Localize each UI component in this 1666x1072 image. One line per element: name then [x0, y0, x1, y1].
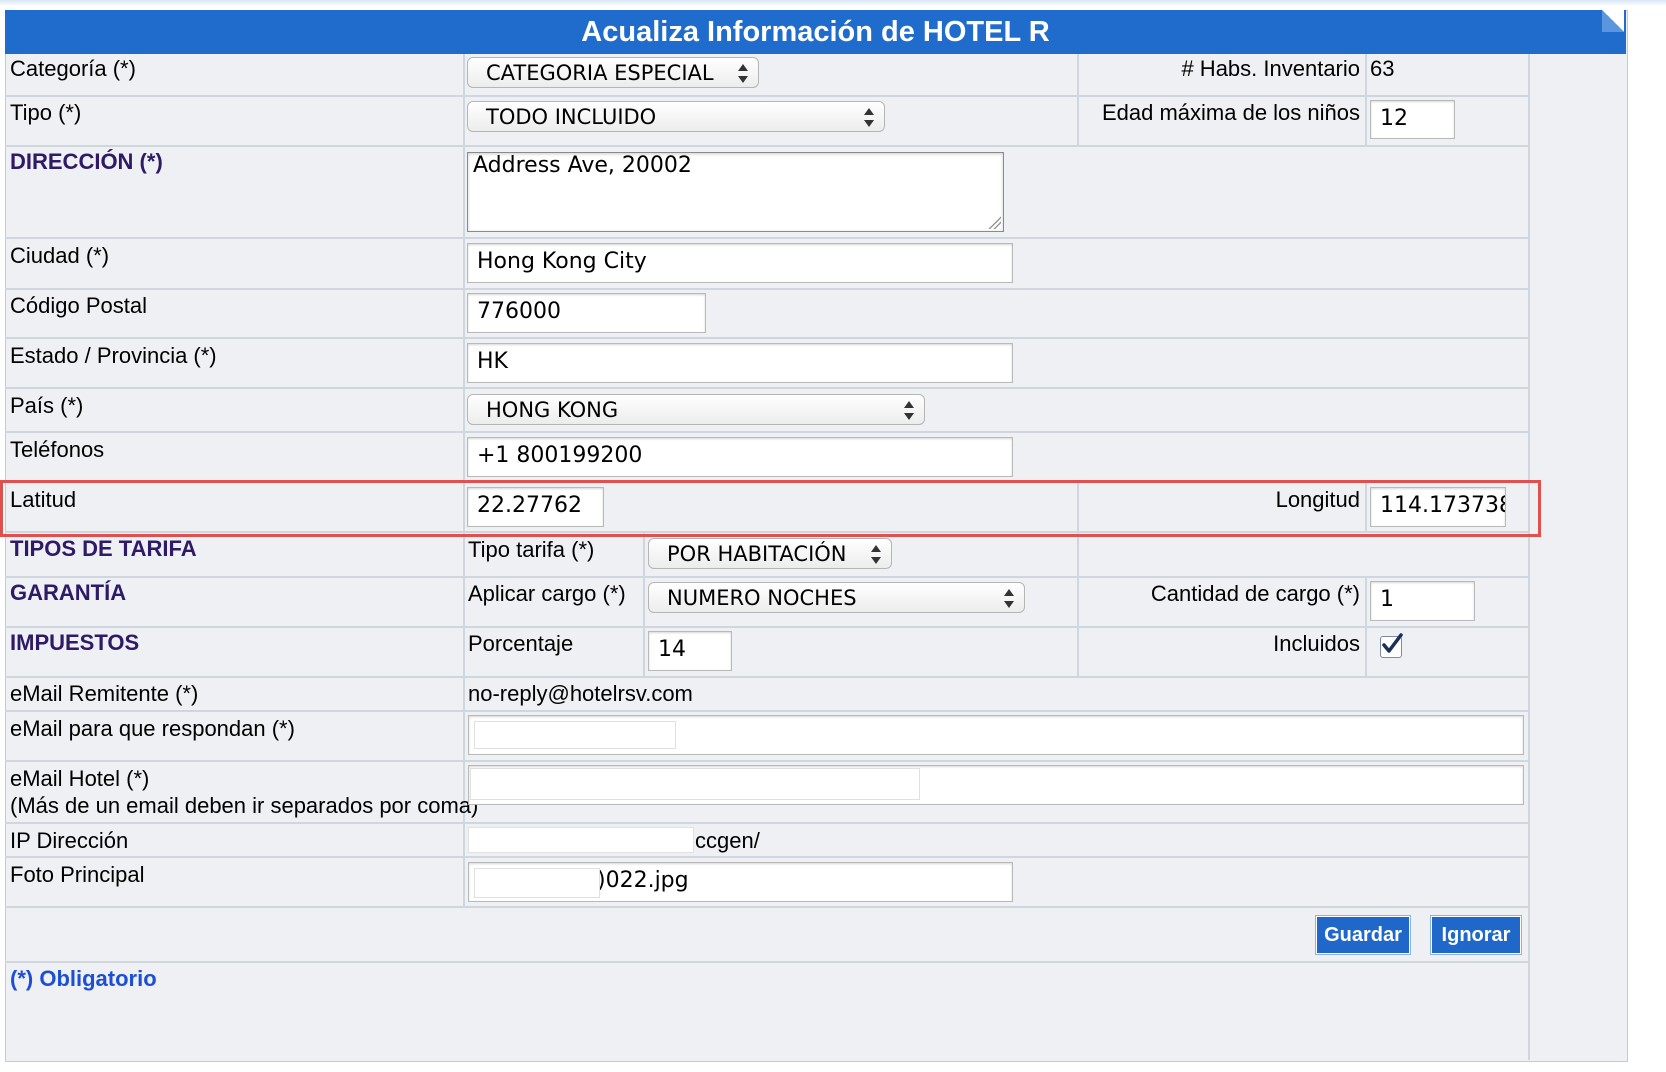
- page-title: Acualiza Información de HOTEL R: [5, 10, 1626, 54]
- pais-select[interactable]: HONG KONG: [467, 394, 925, 425]
- cantidad-cargo-input[interactable]: 1: [1370, 581, 1475, 621]
- edad-label: Edad máxima de los niños: [1101, 100, 1360, 125]
- redaction-block: [474, 721, 676, 749]
- habs-label: # Habs. Inventario: [1181, 56, 1360, 81]
- email-remitente-value: no-reply@hotelrsv.com: [468, 681, 693, 706]
- checkmark-icon: [1382, 633, 1403, 653]
- select-arrows-icon: [864, 107, 874, 129]
- incluidos-checkbox[interactable]: [1380, 633, 1403, 658]
- email-hotel-note: (Más de un email deben ir separados por …: [10, 793, 479, 818]
- habs-value: 63: [1370, 56, 1395, 81]
- direccion-value: Address Ave, 20002: [473, 153, 692, 178]
- impuestos-section-label: IMPUESTOS: [10, 630, 140, 655]
- email-hotel-label: eMail Hotel (*): [10, 766, 150, 791]
- ip-value: ccgen/: [695, 828, 760, 853]
- redaction-block: [470, 768, 920, 800]
- redaction-block: [468, 827, 694, 853]
- select-arrows-icon: [871, 544, 881, 566]
- categoria-value: CATEGORIA ESPECIAL: [486, 61, 714, 85]
- pais-label: País (*): [10, 393, 84, 418]
- email-remitente-label: eMail Remitente (*): [10, 681, 199, 706]
- aplicar-cargo-value: NUMERO NOCHES: [667, 586, 857, 610]
- garantia-section-label: GARANTÍA: [10, 580, 127, 605]
- select-arrows-icon: [904, 400, 914, 422]
- cantidad-cargo-label: Cantidad de cargo (*): [1150, 581, 1360, 606]
- ignore-button[interactable]: Ignorar: [1431, 916, 1521, 954]
- incluidos-label: Incluidos: [1273, 631, 1360, 656]
- tipo-label: Tipo (*): [10, 100, 82, 125]
- top-edge: [0, 0, 1666, 6]
- categoria-select[interactable]: CATEGORIA ESPECIAL: [467, 57, 759, 88]
- tarifa-select[interactable]: POR HABITACIÓN: [648, 538, 892, 569]
- direccion-label: DIRECCIÓN (*): [10, 149, 163, 174]
- aplicar-cargo-select[interactable]: NUMERO NOCHES: [648, 582, 1025, 613]
- email-responder-label: eMail para que respondan (*): [10, 716, 295, 741]
- aplicar-cargo-label: Aplicar cargo (*): [468, 581, 626, 606]
- ciudad-label: Ciudad (*): [10, 243, 110, 268]
- foto-label: Foto Principal: [10, 862, 145, 887]
- tarifa-value: POR HABITACIÓN: [667, 542, 847, 566]
- postal-input[interactable]: 776000: [467, 293, 706, 333]
- ip-label: IP Dirección: [10, 828, 129, 853]
- tarifa-section-label: TIPOS DE TARIFA: [10, 536, 197, 561]
- postal-label: Código Postal: [10, 293, 147, 318]
- tarifa-label: Tipo tarifa (*): [468, 537, 595, 562]
- tipo-value: TODO INCLUIDO: [486, 105, 657, 129]
- porcentaje-input[interactable]: 14: [648, 631, 732, 671]
- save-button[interactable]: Guardar: [1316, 916, 1410, 954]
- telefonos-input[interactable]: +1 800199200: [467, 437, 1013, 477]
- header-corner-fold: [1602, 10, 1624, 32]
- pais-value: HONG KONG: [486, 398, 619, 422]
- edad-input[interactable]: 12: [1370, 100, 1455, 139]
- direccion-textarea[interactable]: Address Ave, 20002: [467, 152, 1004, 232]
- select-arrows-icon: [738, 63, 748, 85]
- telefonos-label: Teléfonos: [10, 437, 105, 462]
- estado-input[interactable]: HK: [467, 343, 1013, 383]
- resize-grip-icon[interactable]: [987, 215, 1001, 229]
- ciudad-input[interactable]: Hong Kong City: [467, 243, 1013, 283]
- required-note: (*) Obligatorio: [10, 966, 157, 991]
- select-arrows-icon: [1004, 588, 1014, 610]
- tipo-select[interactable]: TODO INCLUIDO: [467, 101, 885, 132]
- redaction-block: [474, 868, 600, 898]
- categoria-label: Categoría (*): [10, 56, 136, 81]
- estado-label: Estado / Provincia (*): [10, 343, 217, 368]
- highlight-box: [0, 480, 1541, 537]
- porcentaje-label: Porcentaje: [468, 631, 574, 656]
